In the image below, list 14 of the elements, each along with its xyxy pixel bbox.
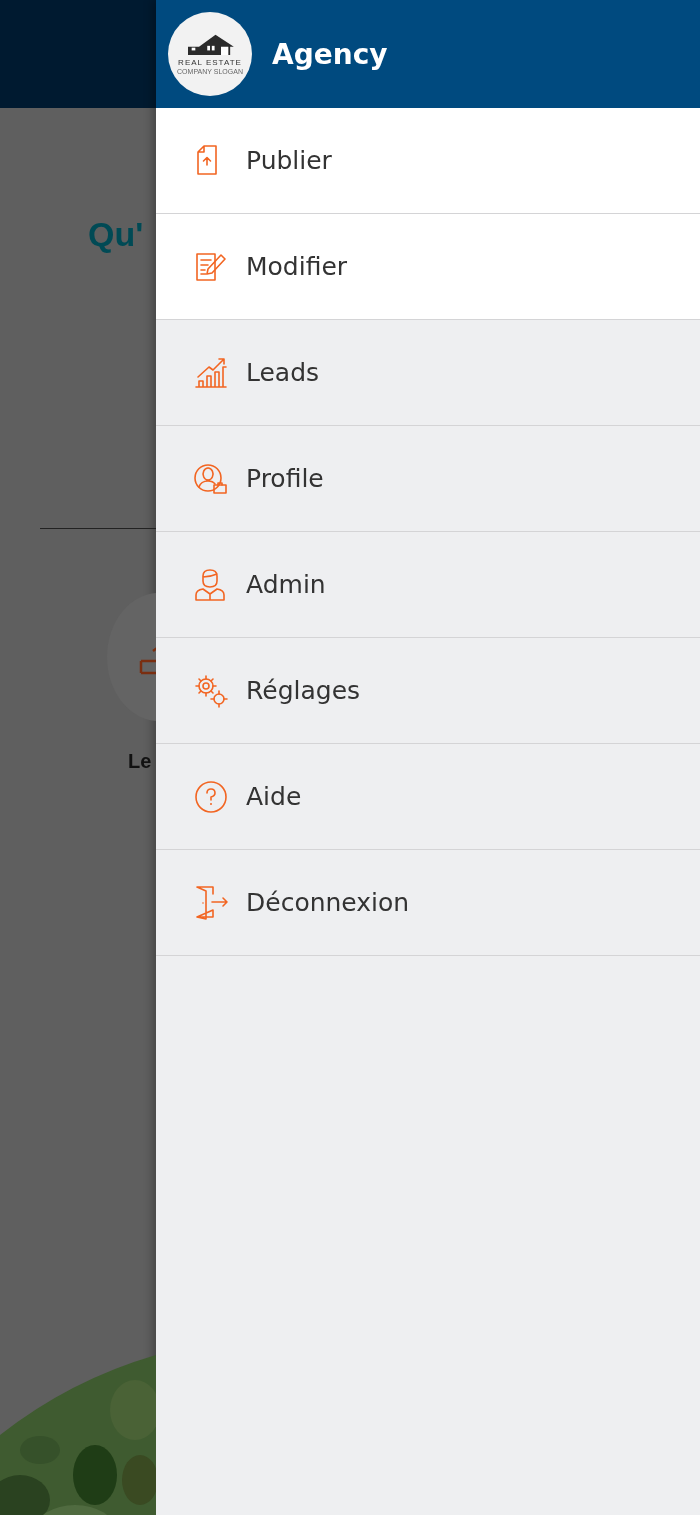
menu-item[interactable]: Modifier — [156, 214, 700, 320]
menu-item[interactable]: Profile — [156, 426, 700, 532]
help-icon — [193, 778, 229, 815]
page-heading: Qu' — [88, 214, 145, 255]
menu-item[interactable]: Publier — [156, 108, 700, 214]
gears-icon — [193, 672, 229, 709]
menu-item[interactable]: Réglages — [156, 638, 700, 744]
door-exit-icon — [193, 884, 229, 921]
category-label: Le — [128, 749, 153, 774]
menu-item[interactable]: Aide — [156, 744, 700, 850]
menu-item[interactable]: Leads — [156, 320, 700, 426]
drawer-title: Agency — [272, 37, 388, 71]
menu-item[interactable]: Admin — [156, 532, 700, 638]
menu-item[interactable]: Déconnexion — [156, 850, 700, 956]
